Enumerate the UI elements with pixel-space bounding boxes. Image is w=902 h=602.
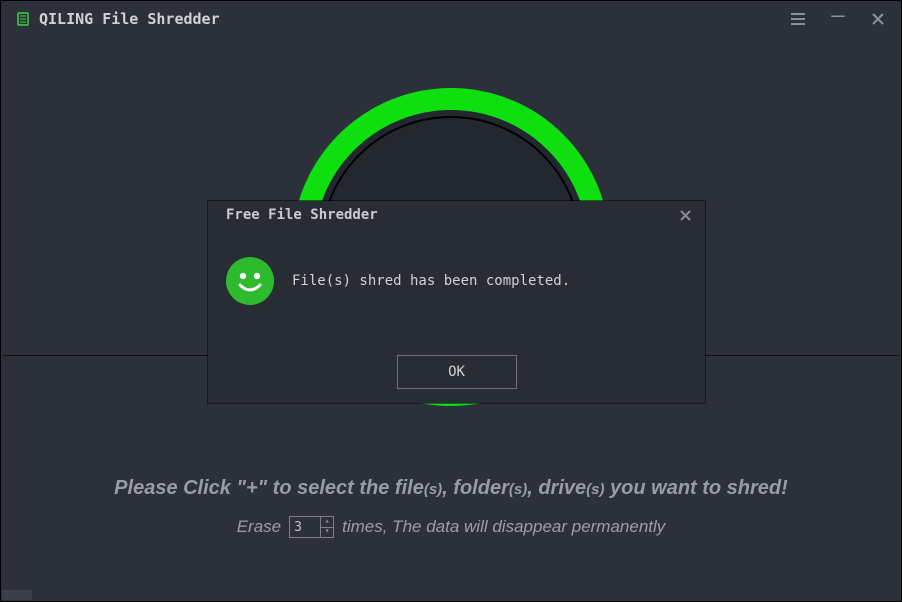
page-indicator-inactive[interactable] [32, 590, 62, 600]
erase-count-down[interactable]: ▾ [321, 528, 333, 538]
erase-count-input[interactable] [290, 517, 320, 537]
erase-label-prefix: Erase [237, 517, 281, 537]
app-logo-icon [15, 11, 31, 27]
titlebar: QILING File Shredder — [1, 1, 901, 37]
dialog-titlebar: Free File Shredder [208, 201, 705, 229]
dialog-title: Free File Shredder [226, 207, 378, 223]
close-button[interactable] [869, 10, 887, 28]
instruction-text: Please Click "+" to select the file(s), … [1, 477, 901, 500]
dialog-close-button[interactable] [677, 207, 693, 223]
page-indicator-active[interactable] [2, 590, 32, 600]
app-window: QILING File Shredder — [0, 0, 902, 602]
erase-label-suffix: times, The data will disappear permanent… [342, 517, 665, 537]
page-indicator [2, 590, 62, 600]
app-title: QILING File Shredder [39, 10, 220, 28]
dialog-message: File(s) shred has been completed. [292, 273, 570, 289]
minimize-button[interactable]: — [829, 7, 847, 25]
erase-count-up[interactable]: ▴ [321, 517, 333, 528]
erase-count-input-wrap: ▴ ▾ [289, 516, 334, 538]
completion-dialog: Free File Shredder File(s) shred has bee… [208, 201, 705, 403]
erase-settings: Erase ▴ ▾ times, The data will disappear… [1, 516, 901, 538]
menu-icon[interactable] [789, 10, 807, 28]
success-smiley-icon [226, 257, 274, 305]
ok-button[interactable]: OK [397, 355, 517, 389]
